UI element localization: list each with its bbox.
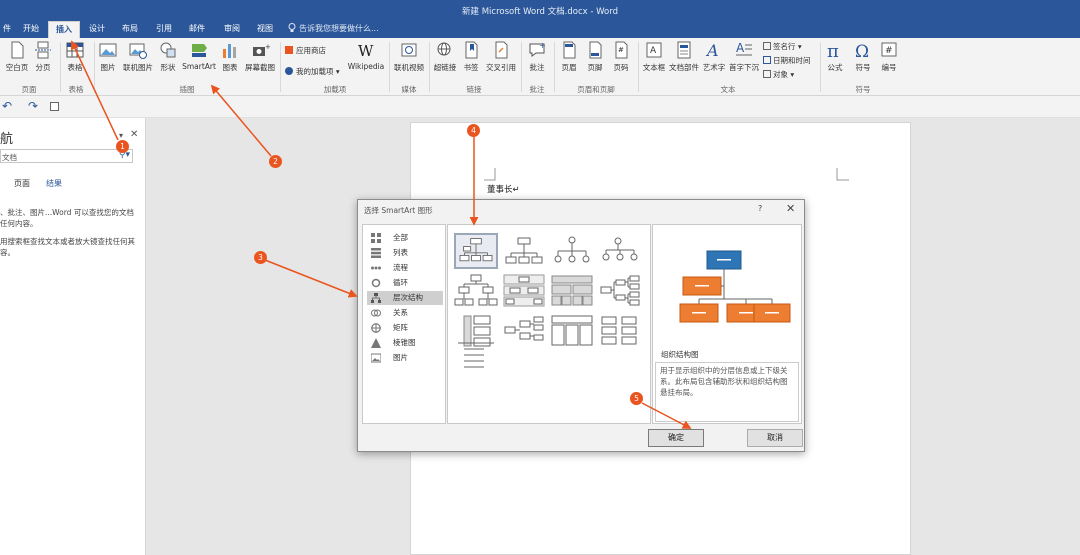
arrow-5 [641, 402, 692, 429]
arrow-3 [264, 259, 358, 298]
annotation-marker-3: 3 [254, 251, 267, 264]
annotation-marker-2: 2 [269, 155, 282, 168]
arrow-1 [70, 40, 119, 141]
annotation-marker-4: 4 [467, 124, 480, 137]
arrow-2 [210, 84, 272, 157]
annotation-marker-5: 5 [630, 392, 643, 405]
annotation-marker-1: 1 [116, 140, 129, 153]
annotation-arrows [70, 40, 692, 429]
